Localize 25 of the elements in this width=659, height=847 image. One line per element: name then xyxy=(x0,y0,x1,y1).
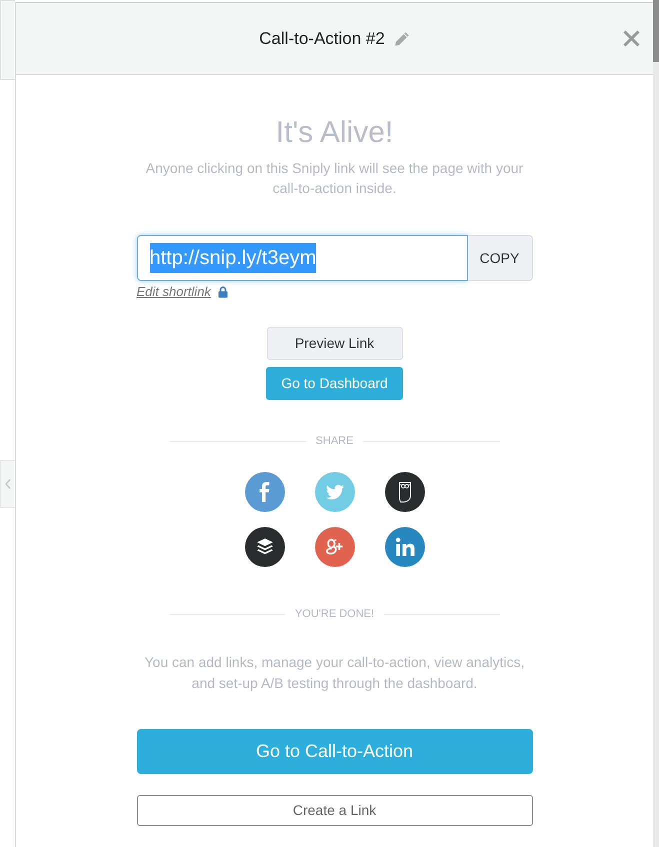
confirmation-message: Anyone clicking on this Sniply link will see the page with your call-to-action inside. xyxy=(144,159,524,198)
success-heading: It's Alive! xyxy=(274,115,394,151)
copy-button[interactable]: COPY xyxy=(468,235,532,281)
layers-icon[interactable] xyxy=(244,527,284,567)
close-button[interactable] xyxy=(623,30,640,47)
linkedin-icon[interactable] xyxy=(384,527,424,567)
url-text: http://snip.ly/t3eym xyxy=(150,243,316,273)
modal-title: Call-to-Action #2 xyxy=(259,28,385,50)
google-plus-icon[interactable] xyxy=(314,527,354,567)
facebook-icon[interactable] xyxy=(244,472,284,512)
dashboard-hint: You can add links, manage your call-to-action, view analytics, and set-up A/B testing through the dashboard. xyxy=(143,653,526,693)
owl-icon[interactable] xyxy=(384,472,424,512)
preview-button[interactable]: Preview Link xyxy=(266,327,402,360)
pencil-icon[interactable] xyxy=(394,30,410,46)
chevron-left-icon xyxy=(5,479,11,489)
twitter-bird-icon[interactable] xyxy=(314,472,354,512)
close-icon xyxy=(623,30,640,47)
go-to-cta-button[interactable]: Go to Call-to-Action xyxy=(136,729,532,774)
create-link-button[interactable]: Create a Link xyxy=(136,795,532,826)
done-label: YOU'RE DONE! xyxy=(294,607,376,621)
share-label: SHARE xyxy=(314,434,354,448)
dashboard-button[interactable]: Go to Dashboard xyxy=(266,367,403,400)
scrollbar-thumb[interactable] xyxy=(653,0,659,62)
url-field[interactable]: http://snip.ly/t3eym xyxy=(136,235,468,281)
edit-shortlink-link[interactable]: Edit shortlink xyxy=(136,282,211,302)
